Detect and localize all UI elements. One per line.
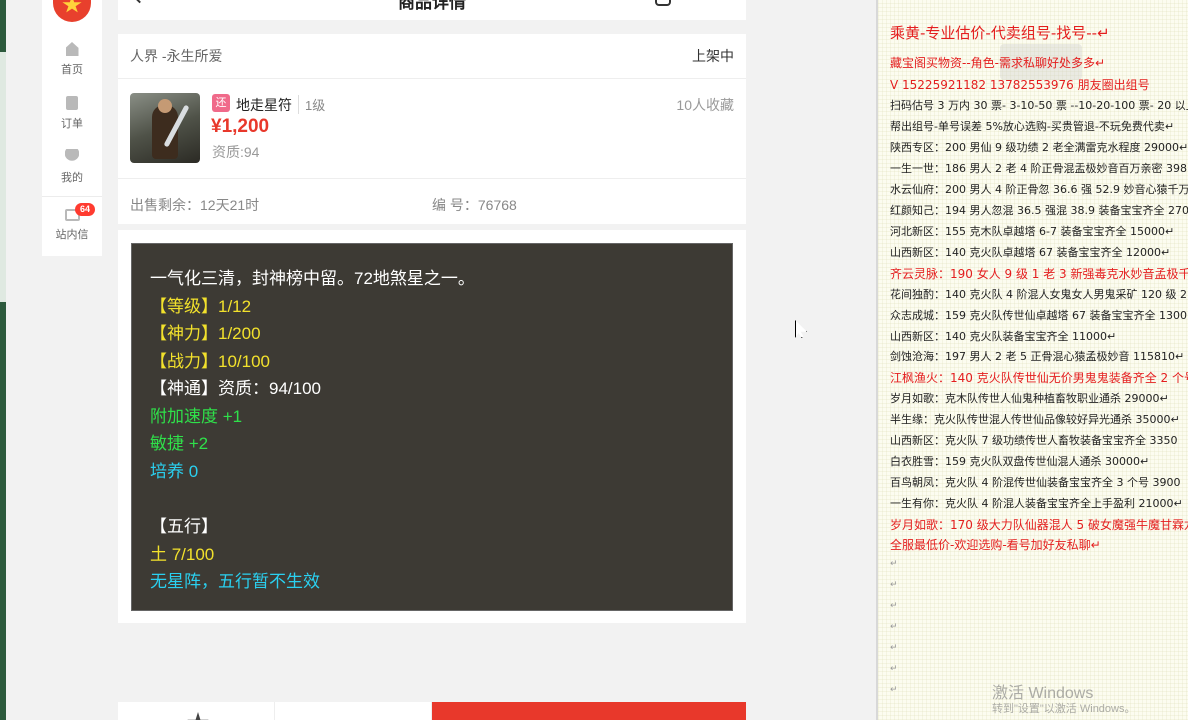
sidebar-item-orders[interactable]: 订单 — [42, 96, 102, 131]
time-remaining: 出售剩余：12天21时 — [130, 197, 260, 213]
document-line: 藏宝阁买物资--角色-需求私聊好处多多↵ — [890, 56, 1106, 70]
desktop-edge — [0, 0, 6, 720]
sidebar-item-mine[interactable]: 我的 — [42, 149, 102, 185]
buy-button[interactable] — [432, 702, 746, 720]
product-card: 人界 -永生所爱 上架中 还 地走星符 1级 ¥1,200 资质:94 10人收… — [118, 34, 746, 224]
product-thumbnail[interactable] — [130, 93, 200, 163]
document-line: 半生缘：克火队传世混人传世仙品像较好异光通杀 35000↵ — [890, 413, 1180, 426]
home-icon — [65, 42, 79, 56]
document-line: V 15225921182 13782553976 朋友圈出组号 — [890, 78, 1150, 92]
description-card: 一气化三清，封神榜中留。72地煞星之一。 【等级】1/12 【神力】1/200 【战力… — [118, 230, 746, 623]
sidebar: 首页 订单 我的 64 站内信 — [42, 0, 102, 256]
item-name: 地走星符 — [236, 97, 292, 113]
document-line: 红颜知己：194 男人忽混 36.5 强混 38.9 装备宝宝齐全 2700 — [890, 204, 1188, 217]
document-line: 白衣胜雪：159 克火队双盘传世仙混人通杀 30000↵ — [890, 455, 1150, 468]
sidebar-item-home[interactable]: 首页 — [42, 42, 102, 77]
document-line: 众志成城：159 克火队传世仙卓越塔 67 装备宝宝齐全 1300 — [890, 309, 1187, 322]
mouse-cursor-icon — [795, 320, 807, 338]
document-line: 一生有你：克火队 4 阶混人装备宝宝齐全上手盈利 21000↵ — [890, 497, 1183, 510]
sidebar-item-label: 我的 — [61, 172, 83, 184]
sidebar-item-label: 订单 — [61, 118, 83, 130]
user-icon — [65, 149, 79, 161]
attribute-line: 无星阵，五行暂不生效 — [150, 572, 320, 591]
cancel-button[interactable] — [275, 702, 519, 720]
server-realm: 人界 -永生所爱 — [130, 48, 223, 64]
attribute-line: 【神通】资质：94/100 — [150, 379, 321, 398]
attribute-line: 敏捷 +2 — [150, 434, 209, 453]
favorite-button[interactable] — [118, 702, 275, 720]
document-title: 乘黄-专业估价-代卖组号-找号--↵ — [890, 24, 1110, 42]
paragraph-mark: ↵ — [890, 642, 898, 652]
favorites-count: 10人收藏 — [676, 97, 734, 113]
document-line: 剑蚀沧海：197 男人 2 老 5 正骨混心猿孟极妙音 115810↵ — [890, 350, 1185, 363]
attribute-line: 【战力】10/100 — [150, 352, 270, 371]
order-icon — [66, 96, 78, 110]
attribute-line: 培养 0 — [150, 462, 199, 481]
sidebar-divider — [42, 196, 102, 197]
star-icon — [187, 712, 209, 720]
attribute-line: 一气化三清，封神榜中留。72地煞星之一。 — [150, 269, 475, 288]
logo-icon[interactable] — [53, 0, 91, 22]
document-window: 乘黄-专业估价-代卖组号-找号--↵ 激活 Windows 转到"设置"以激活 … — [876, 0, 1188, 720]
document-line: 全服最低价-欢迎选购-看号加好友私聊↵ — [890, 538, 1101, 552]
document-line: 陕西专区：200 男仙 9 级功绩 2 老全满雷克水程度 29000↵ — [890, 141, 1188, 154]
divider — [118, 78, 746, 79]
document-line: 岁月如歌：克木队传世人仙鬼种植畜牧职业通杀 29000↵ — [890, 392, 1169, 405]
paragraph-mark: ↵ — [890, 579, 898, 589]
document-line: 花间独酌：140 克火队 4 阶混人女鬼女人男鬼采矿 120 级 2 — [890, 288, 1187, 301]
document-line: 水云仙府：200 男人 4 阶正骨忽 36.6 强 52.9 妙音心猿千万 — [890, 183, 1188, 196]
document-line: 山西新区：140 克火队装备宝宝齐全 11000↵ — [890, 330, 1117, 343]
paragraph-mark: ↵ — [890, 621, 898, 631]
document-line: 一生一世：186 男人 2 老 4 阶正骨混盂极妙音百万亲密 398 — [890, 162, 1187, 175]
page-header: 商品详情 — [118, 0, 746, 20]
listing-status: 上架中 — [692, 48, 734, 64]
document-line: 山西新区：克火队 7 级功绩传世人畜牧装备宝宝齐全 3350 — [890, 434, 1178, 447]
document-line: 扫码估号 3 万内 30 票- 3-10-50 票 --10-20-100 票-… — [890, 99, 1188, 112]
attribute-line: 【五行】 — [150, 517, 218, 536]
sidebar-item-label: 首页 — [61, 64, 83, 76]
item-price: ¥1,200 — [211, 116, 270, 137]
sidebar-item-messages[interactable]: 64 站内信 — [42, 203, 102, 242]
action-bar — [118, 702, 746, 720]
page-title: 商品详情 — [398, 0, 466, 12]
document-line: 齐云灵脉：190 女人 9 级 1 老 3 新强毒克水妙音孟极千万 5 — [890, 267, 1188, 281]
paragraph-mark: ↵ — [890, 684, 898, 694]
divider — [118, 178, 746, 179]
item-level: 1级 — [298, 95, 325, 114]
item-tag-badge: 还 — [212, 94, 230, 112]
attribute-line: 【神力】1/200 — [150, 324, 261, 343]
sidebar-item-label: 站内信 — [55, 229, 89, 241]
share-icon[interactable] — [655, 0, 671, 6]
serial-number: 编 号：76768 — [432, 197, 517, 213]
activation-watermark-sub: 转到"设置"以激活 Windows。 — [992, 703, 1136, 715]
attribute-line: 土 7/100 — [150, 545, 215, 564]
attribute-panel: 一气化三清，封神榜中留。72地煞星之一。 【等级】1/12 【神力】1/200 【战力… — [131, 243, 733, 611]
paragraph-mark: ↵ — [890, 600, 898, 610]
paragraph-mark: ↵ — [890, 663, 898, 673]
item-quality: 资质:94 — [212, 144, 260, 160]
attribute-line: 附加速度 +1 — [150, 407, 243, 426]
attribute-line: 【等级】1/12 — [150, 297, 252, 316]
document-line: 河北新区：155 克木队卓越塔 6-7 装备宝宝齐全 15000↵ — [890, 225, 1175, 238]
document-line: 百鸟朝凤：克火队 4 阶混传世仙装备宝宝齐全 3 个号 3900 — [890, 476, 1181, 489]
document-line: 江枫渔火：140 克火队传世仙无价男鬼鬼装备齐全 2 个号 4 — [890, 371, 1188, 385]
unread-badge: 64 — [75, 203, 95, 216]
document-line: 山西新区：140 克火队卓越塔 67 装备宝宝齐全 12000↵ — [890, 246, 1171, 259]
document-line: 岁月如歌：170 级大力队仙器混人 5 破女魔强牛魔甘霖龙 6 — [890, 518, 1188, 532]
paragraph-mark: ↵ — [890, 558, 898, 568]
document-line: 帮出组号-单号误差 5%放心选购-买贵管退-不玩免费代卖↵ — [890, 120, 1175, 133]
